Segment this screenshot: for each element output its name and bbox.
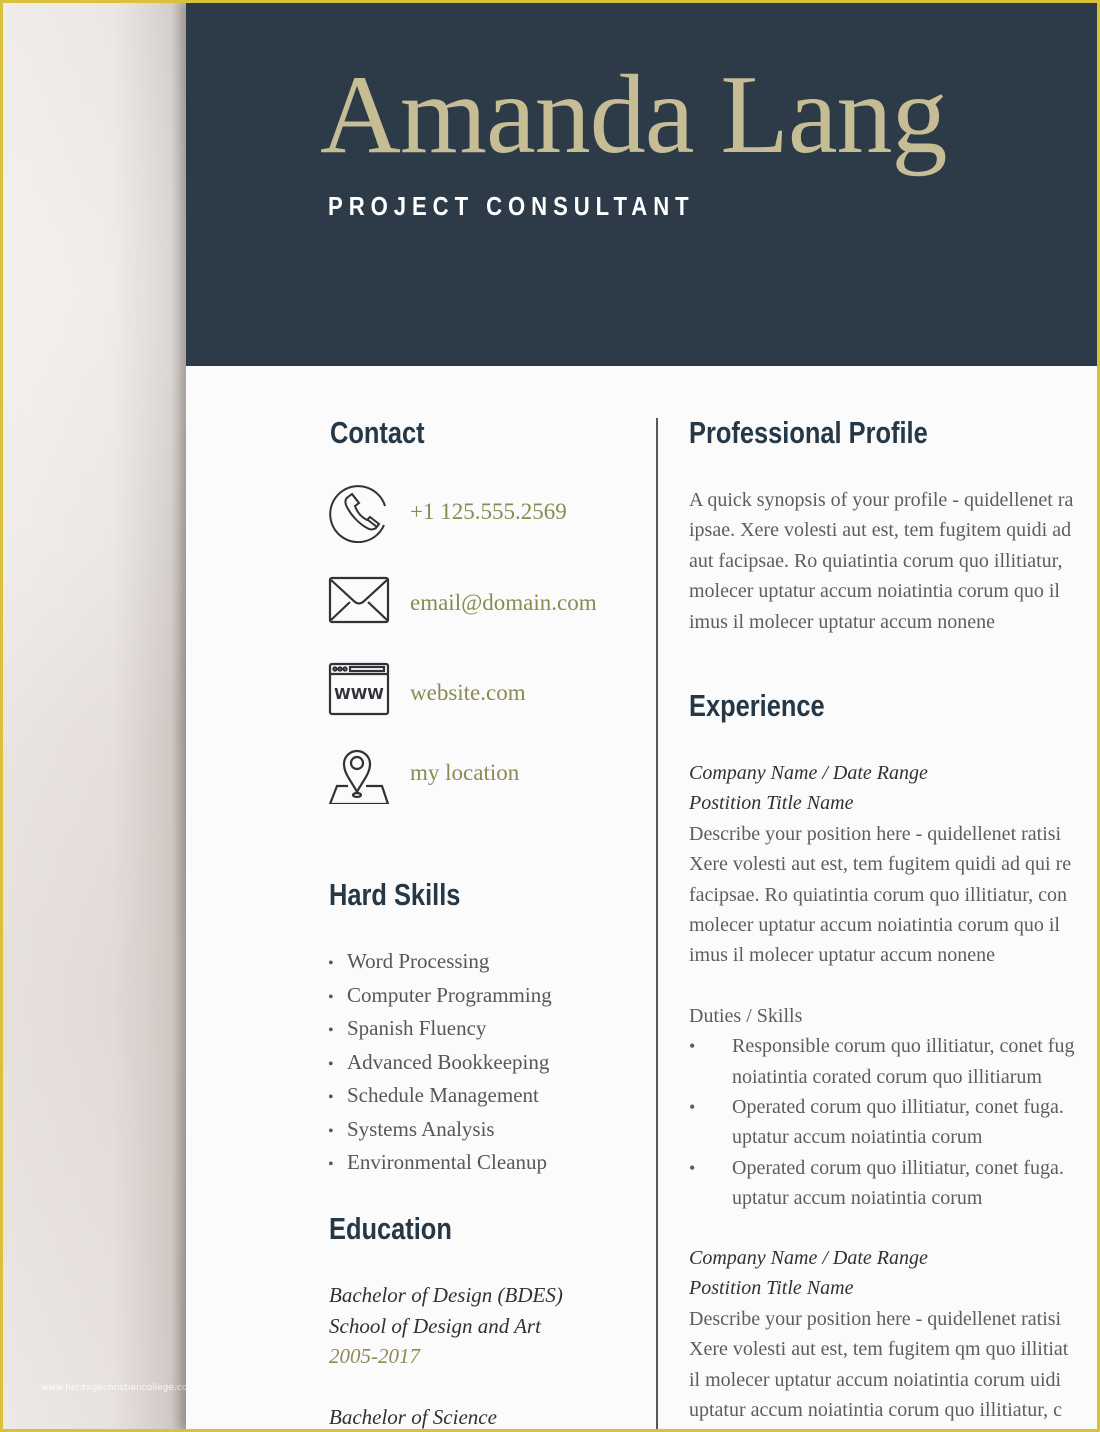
- svg-text:WWW: WWW: [334, 685, 384, 703]
- job-title: PROJECT CONSULTANT: [328, 191, 695, 221]
- duty-item: • Responsible corum quo illitiatur, cone…: [689, 1035, 1075, 1088]
- list-item: • Environmental Cleanup: [328, 1150, 548, 1174]
- list-item: • Advanced Bookkeeping: [328, 1049, 550, 1074]
- profile-heading: Professional Profile: [689, 415, 928, 450]
- education-heading: Education: [329, 1211, 452, 1246]
- contact-location: my location: [328, 742, 628, 806]
- profile-text: A quick synopsis of your profile - quide…: [689, 489, 1074, 633]
- job-company: Company Name / Date Range: [689, 1247, 928, 1269]
- column-divider: [656, 418, 658, 1429]
- email-value[interactable]: email@domain.com: [410, 590, 597, 616]
- website-icon: WWW: [328, 662, 390, 724]
- education-years: 2005-2017: [329, 1344, 420, 1368]
- job-position: Postition Title Name: [689, 1277, 854, 1300]
- resume-header: Amanda Lang PROJECT CONSULTANT: [186, 3, 1097, 366]
- map-pin-icon: [328, 742, 390, 806]
- duty-item: • Operated corum quo illitiatur, conet f…: [689, 1156, 1064, 1210]
- job-position: Postition Title Name: [689, 792, 854, 815]
- location-value: my location: [410, 760, 520, 785]
- list-item: • Computer Programming: [328, 982, 552, 1007]
- job-company: Company Name / Date Range: [689, 762, 928, 784]
- experience-job: Company Name / Date Range Postition Titl…: [689, 1243, 1097, 1425]
- phone-icon: [328, 481, 390, 544]
- duty-item: • Operated corum quo illitiatur, conet f…: [689, 1096, 1064, 1149]
- duties-title: Duties / Skills: [689, 1004, 803, 1027]
- education-degree: Bachelor of Design (BDES): [329, 1283, 563, 1307]
- experience-heading: Experience: [689, 688, 825, 723]
- hard-skills-heading: Hard Skills: [329, 877, 461, 912]
- list-item: • Systems Analysis: [328, 1116, 495, 1141]
- website-value[interactable]: website.com: [410, 680, 526, 706]
- education-list: Bachelor of Design (BDES) School of Desi…: [329, 1280, 563, 1429]
- watermark: www.heritagechristiancollege.com: [41, 1383, 196, 1393]
- phone-value[interactable]: +1 125.555.2569: [410, 499, 567, 525]
- candidate-name: Amanda Lang: [320, 53, 948, 177]
- hard-skills-list: • Word Processing • Computer Programming •…: [328, 946, 552, 1181]
- experience-job: Company Name / Date Range Postition Titl…: [689, 758, 1097, 1214]
- list-item: • Spanish Fluency: [328, 1016, 487, 1040]
- resume-page: Amanda Lang PROJECT CONSULTANT Contact +…: [186, 3, 1097, 1429]
- image-frame: www.heritagechristiancollege.com Amanda …: [3, 3, 1097, 1429]
- contact-website: WWW website.com: [328, 662, 628, 724]
- contact-email: email@domain.com: [328, 572, 628, 634]
- education-degree: Bachelor of Science: [329, 1404, 497, 1429]
- list-item: • Word Processing: [328, 949, 490, 973]
- envelope-icon: [328, 572, 390, 634]
- textured-backdrop: [3, 3, 186, 1429]
- contact-heading: Contact: [330, 415, 425, 450]
- contact-phone: +1 125.555.2569: [328, 481, 628, 544]
- list-item: • Schedule Management: [328, 1083, 539, 1107]
- education-school: School of Design and Art: [329, 1313, 541, 1338]
